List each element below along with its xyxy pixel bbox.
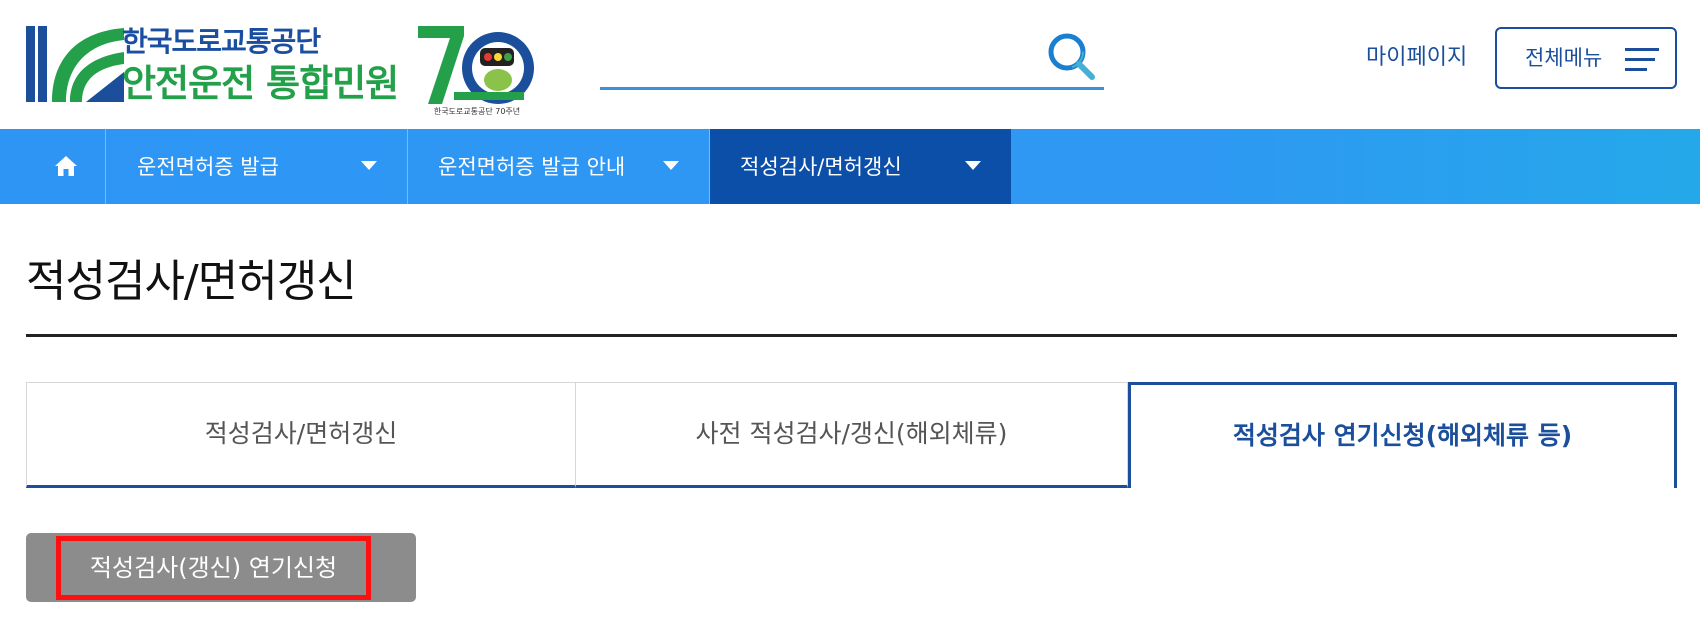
postponement-apply-button[interactable]: 적성검사(갱신) 연기신청 [26,533,416,602]
all-menu-button[interactable]: 전체메뉴 [1495,27,1677,89]
tab-advance-aptitude-overseas[interactable]: 사전 적성검사/갱신(해외체류) [576,382,1128,488]
home-icon [55,156,77,176]
site-header: 한국도로교통공단 안전운전 통합민원 한국도로교통공단 70주년 마이페이지 전… [0,0,1700,129]
search-bar [600,28,1104,90]
mypage-link[interactable]: 마이페이지 [1366,42,1467,74]
nav-home-button[interactable] [28,129,106,204]
nav-item-label: 운전면허증 발급 [137,155,279,179]
content-tabs: 적성검사/면허갱신 사전 적성검사/갱신(해외체류) 적성검사 연기신청(해외체… [26,382,1677,488]
nav-item-license-issue[interactable]: 운전면허증 발급 [107,129,408,204]
kororoad-k-logo-icon[interactable] [26,22,126,108]
postponement-apply-label: 적성검사(갱신) 연기신청 [89,554,338,582]
nav-item-label: 운전면허증 발급 안내 [438,155,626,179]
search-icon [1048,33,1095,80]
search-input[interactable] [600,38,1030,82]
nav-item-license-issue-guide[interactable]: 운전면허증 발급 안내 [408,129,710,204]
caret-down-icon [663,161,679,170]
tab-label: 적성검사/면허갱신 [204,419,398,448]
logo-org-name: 한국도로교통공단 [122,25,321,58]
search-button[interactable] [1046,30,1098,84]
title-divider [26,334,1677,337]
all-menu-label: 전체메뉴 [1525,46,1603,70]
tab-label: 적성검사 연기신청(해외체류 등) [1232,421,1573,450]
nav-item-aptitude-renewal[interactable]: 적성검사/면허갱신 [710,129,1012,204]
logo-service-name: 안전운전 통합민원 [122,62,399,105]
hamburger-menu-icon [1625,48,1659,71]
anniversary-caption: 한국도로교통공단 70주년 [433,107,521,116]
tab-aptitude-postponement[interactable]: 적성검사 연기신청(해외체류 등) [1128,382,1677,488]
main-nav: 운전면허증 발급 운전면허증 발급 안내 적성검사/면허갱신 [0,129,1700,204]
nav-item-label: 적성검사/면허갱신 [740,155,902,179]
tab-aptitude-renewal[interactable]: 적성검사/면허갱신 [26,382,576,488]
caret-down-icon [361,161,377,170]
tab-label: 사전 적성검사/갱신(해외체류) [695,419,1008,448]
caret-down-icon [965,161,981,170]
page-title: 적성검사/면허갱신 [26,256,357,307]
site-logo-text[interactable]: 한국도로교통공단 안전운전 통합민원 [122,24,399,108]
